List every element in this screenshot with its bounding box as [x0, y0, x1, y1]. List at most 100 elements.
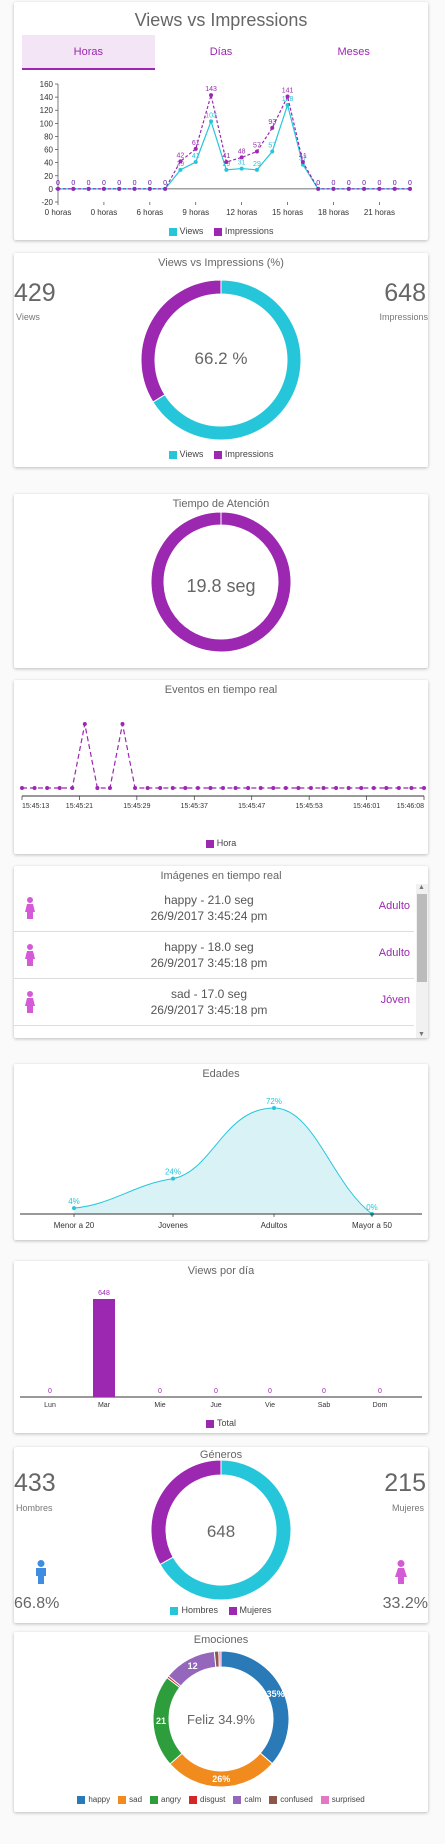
views-impressions-title: Views vs Impressions [134, 10, 308, 30]
y-tick-label: 120 [40, 106, 54, 115]
legend-surprised[interactable]: surprised [320, 1795, 365, 1804]
event-point [158, 786, 163, 790]
legend-total[interactable]: Total [205, 1418, 236, 1428]
series-line-impressions [58, 94, 410, 190]
legend-calm[interactable]: calm [233, 1795, 261, 1804]
legend-women[interactable]: Mujeres [228, 1605, 272, 1615]
legend-angry[interactable]: angry [150, 1795, 181, 1804]
data-point [362, 186, 367, 191]
scroll-up-icon[interactable]: ▲ [418, 884, 425, 891]
legend-impressions[interactable]: Impressions [213, 226, 273, 236]
data-point [147, 186, 152, 191]
emotions-card: Emociones 35% 26% 21 12 Feliz 34.9% happy sa… [14, 1632, 428, 1812]
event-point [258, 786, 263, 790]
y-tick-label: -20 [41, 198, 53, 207]
legend-label: sad [129, 1795, 143, 1804]
series-line-views [58, 102, 410, 190]
emotions-slice [220, 1650, 290, 1765]
images-title: Imágenes en tiempo real [160, 870, 282, 882]
data-point [101, 186, 106, 191]
image-age-group: Adulto [378, 947, 410, 959]
bar-value-label: 0 [48, 1388, 52, 1395]
event-point [321, 786, 326, 790]
legend-sad[interactable]: sad [118, 1795, 142, 1804]
image-info: happy - 18.0 seg 26/9/2017 3:45:18 pm [74, 939, 344, 971]
legend-men[interactable]: Hombres [170, 1605, 218, 1615]
legend-impressions[interactable]: Impressions [213, 449, 273, 459]
legend-swatch [189, 1795, 198, 1804]
tab-dias[interactable]: Días [155, 35, 288, 70]
legend-happy[interactable]: happy [77, 1795, 110, 1804]
bar-value-label: 0 [158, 1388, 162, 1395]
event-point [221, 786, 225, 790]
woman-icon [24, 897, 36, 924]
vi-legend: Views Impressions [14, 226, 428, 236]
data-label: 0 [332, 180, 336, 187]
data-point [178, 159, 183, 164]
data-label: 0 [393, 180, 397, 187]
event-point [183, 786, 188, 790]
event-point [246, 786, 251, 790]
legend-swatch [118, 1795, 127, 1804]
x-tick-label: 15:46:08 [397, 803, 424, 810]
x-tick-label: 9 horas [182, 208, 209, 217]
percent-center-value: 66.2 % [194, 349, 248, 368]
event-point [195, 786, 200, 790]
data-label: 0 [71, 180, 75, 187]
legend-views[interactable]: Views [168, 449, 203, 459]
x-tick-label: 15 horas [272, 208, 303, 217]
event-point [384, 786, 389, 790]
views-impressions-percent-card: Views vs Impressions (%) 429 Views 648 I… [14, 253, 428, 467]
tab-horas[interactable]: Horas [22, 35, 155, 70]
legend-swatch [269, 1795, 278, 1804]
data-point [254, 149, 259, 154]
ages-card: Edades 4% 24% 72% 0% Menor a 20 Jovenes Adulto… [14, 1064, 428, 1240]
data-point [377, 186, 382, 191]
time-tabs: Horas Días Meses [22, 35, 420, 70]
image-age-group: Jóven [380, 994, 410, 1006]
legend-confused[interactable]: confused [269, 1795, 313, 1804]
images-list[interactable]: happy - 21.0 seg 26/9/2017 3:45:24 pm Adu… [14, 884, 428, 1038]
x-tick-label: Sab [318, 1402, 331, 1409]
legend-disgust[interactable]: disgust [189, 1795, 225, 1804]
image-age-group: Adulto [378, 900, 410, 912]
legend-views[interactable]: Views [168, 226, 204, 236]
data-label: 141 [282, 87, 294, 94]
data-point [285, 94, 290, 99]
event-point [396, 786, 401, 790]
data-point [254, 167, 259, 172]
image-info: happy - 21.0 seg 26/9/2017 3:45:24 pm [74, 892, 344, 924]
legend-views-label: Views [179, 226, 204, 236]
data-point [408, 186, 412, 191]
event-point [107, 786, 112, 790]
image-row[interactable]: happy - 18.0 seg 26/9/2017 3:45:18 pm Adu… [14, 931, 414, 979]
x-tick-label: Dom [373, 1402, 388, 1409]
legend-hora[interactable]: Hora [205, 838, 236, 848]
tab-meses[interactable]: Meses [287, 35, 420, 70]
events-legend: Hora [14, 838, 428, 848]
x-tick-label: Jovenes [158, 1221, 188, 1230]
image-date: 26/9/2017 3:45:18 pm [150, 956, 268, 970]
woman-icon [24, 944, 36, 971]
ages-area-chart: 4% 24% 72% 0% Menor a 20 Jovenes Adultos Mayor … [20, 1097, 422, 1230]
data-point [163, 186, 168, 191]
x-tick-label: 15:45:13 [22, 803, 49, 810]
event-point [296, 786, 301, 790]
x-tick-label: 15:46:01 [353, 803, 380, 810]
y-tick-label: 0 [49, 185, 54, 194]
x-tick-label: 15:45:29 [123, 803, 150, 810]
bar-value-label: 0 [378, 1388, 382, 1395]
data-point [316, 186, 321, 191]
x-tick-label: Menor a 20 [54, 1221, 95, 1230]
percent-slice [140, 279, 222, 403]
scrollbar-thumb[interactable] [417, 894, 427, 982]
image-row[interactable] [14, 1025, 414, 1038]
legend-label: happy [88, 1795, 111, 1804]
emotions-center-value: Feliz 34.9% [187, 1712, 255, 1727]
image-row[interactable]: happy - 21.0 seg 26/9/2017 3:45:24 pm Adu… [14, 884, 414, 932]
images-scrollbar[interactable]: ▲ ▼ [416, 884, 428, 1038]
scroll-down-icon[interactable]: ▼ [418, 1031, 425, 1038]
data-label: 143 [205, 86, 217, 93]
image-row[interactable]: sad - 17.0 seg 26/9/2017 3:45:18 pm Jóven [14, 978, 414, 1026]
views-per-day-card: Views por día 0 Lun 648 Mar 0 Mie 0 Jue 0 Vie 0 Sab… [14, 1261, 428, 1433]
